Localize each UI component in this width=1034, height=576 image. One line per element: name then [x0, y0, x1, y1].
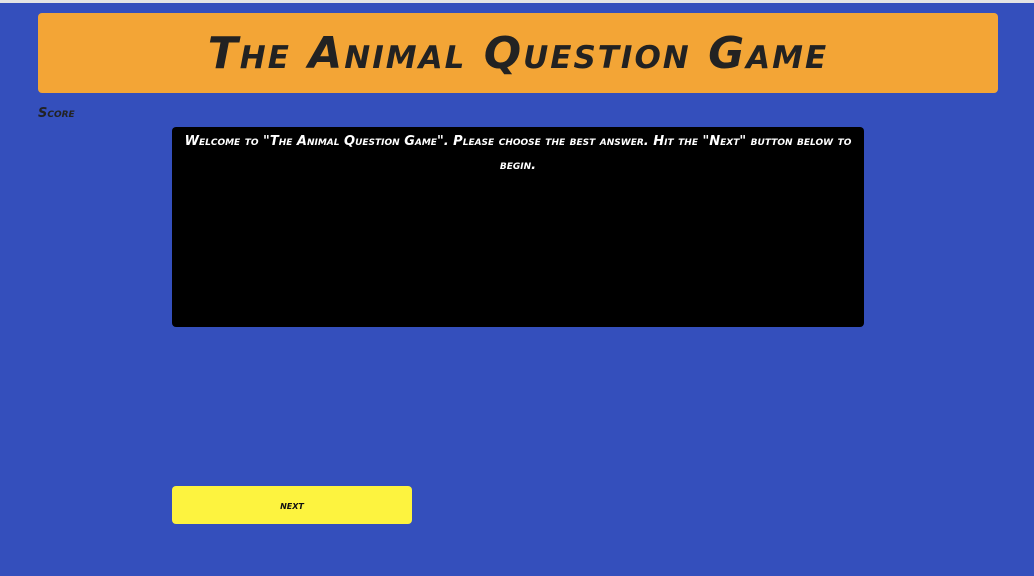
title-banner: The Animal Question Game [38, 13, 998, 93]
question-panel: Welcome to "The Animal Question Game". P… [172, 127, 864, 327]
question-text: Welcome to "The Animal Question Game". P… [184, 134, 852, 173]
next-button[interactable]: next [172, 486, 412, 524]
browser-top-border [0, 0, 1034, 3]
page-title: The Animal Question Game [207, 27, 829, 79]
score-label: Score [38, 106, 75, 121]
